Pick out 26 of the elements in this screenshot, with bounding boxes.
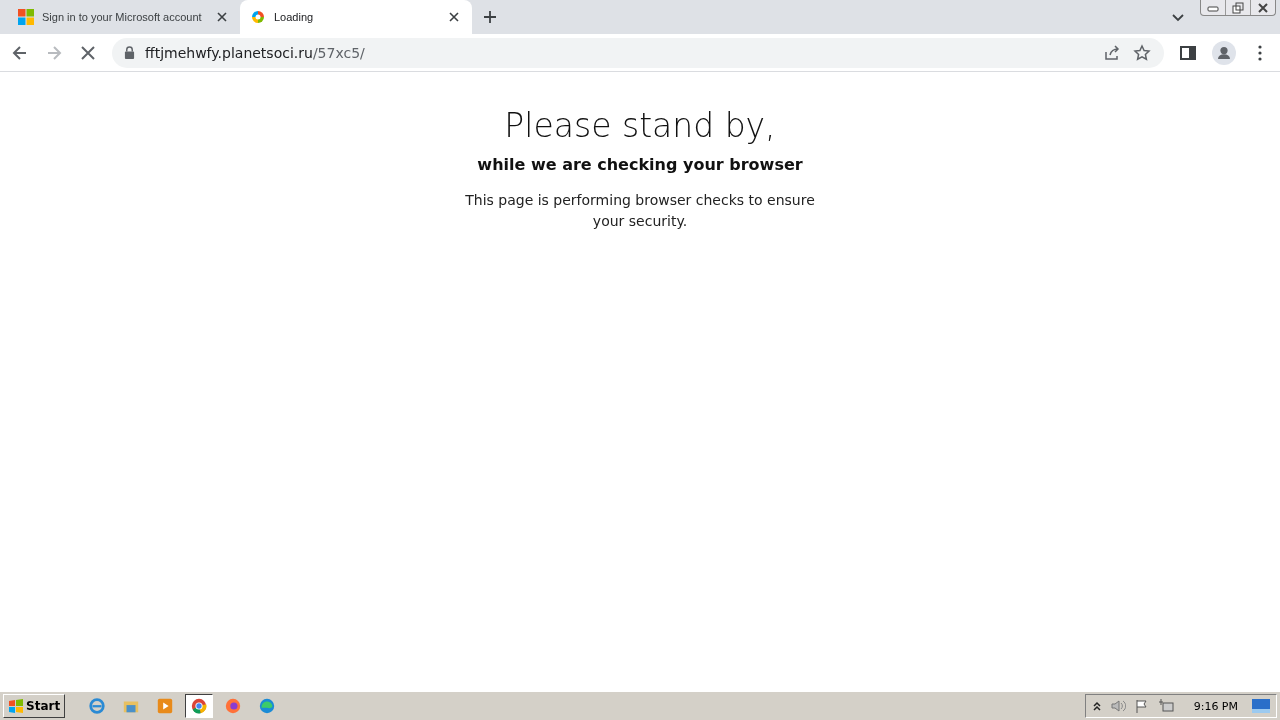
windows-logo-icon [18, 9, 34, 25]
taskbar-app-button[interactable] [185, 694, 214, 718]
flag-icon[interactable] [1133, 698, 1150, 714]
network-computer-icon[interactable] [1157, 698, 1174, 714]
page-subheading: while we are checking your browser [477, 155, 803, 174]
chrome-ball-icon [190, 697, 209, 715]
colored-circle-icon [250, 9, 266, 25]
close-icon[interactable] [1257, 1, 1269, 14]
page-heading: Please stand by, [504, 106, 776, 145]
windows-flag-icon [8, 698, 24, 714]
start-button[interactable]: Start [3, 694, 66, 718]
minimize-icon[interactable] [1207, 3, 1219, 12]
profile-icon[interactable] [1212, 40, 1236, 65]
browser-tab[interactable]: Loading [240, 0, 472, 34]
play-icon [156, 697, 175, 715]
restore-icon[interactable] [1232, 1, 1244, 14]
clock[interactable]: 9:16 PM [1193, 699, 1238, 713]
chevron-up-icon[interactable] [1091, 700, 1102, 712]
star-icon[interactable] [1132, 42, 1152, 63]
lock-icon [124, 46, 135, 59]
new-tab-icon[interactable] [482, 9, 498, 25]
show-desktop-icon[interactable] [1252, 699, 1270, 713]
browser-tab[interactable]: Sign in to your Microsoft account [8, 0, 240, 34]
address-bar[interactable]: fftjmehwfy.planetsoci.ru/57xc5/ [112, 37, 1164, 68]
share-icon[interactable] [1102, 42, 1122, 63]
page-message: This page is performing browser checks to ensure your security. [465, 191, 815, 231]
